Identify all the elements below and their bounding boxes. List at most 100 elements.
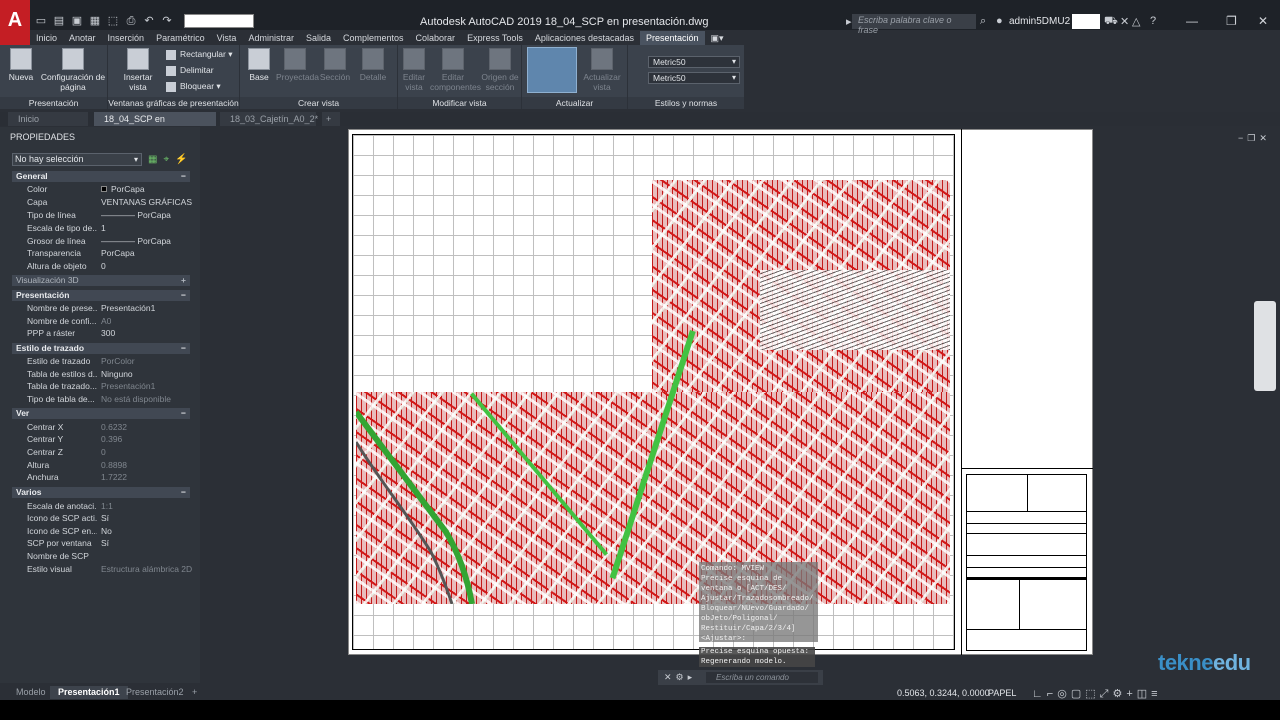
restore-viewport-icon[interactable]: ❐ [1247, 133, 1259, 143]
prop-key: Nombre de SCP [27, 551, 89, 561]
command-line-tools: ✕⚙▸ [664, 672, 696, 683]
layout-tab-presentacion1[interactable]: Presentación1 [50, 686, 128, 699]
quick-select-icon[interactable]: ⚡ [175, 154, 193, 165]
minimize-viewport-icon[interactable]: − [1238, 133, 1247, 143]
autocad-logo-button[interactable]: A [0, 0, 30, 45]
config-label: Configuración de página [40, 72, 106, 92]
tab-inicio[interactable]: Inicio [30, 31, 63, 45]
workspace-icon[interactable]: ⚙ [1112, 688, 1126, 700]
doctab-inicio[interactable]: Inicio [8, 112, 88, 126]
tab-salida[interactable]: Salida [300, 31, 337, 45]
tab-complementos[interactable]: Complementos [337, 31, 410, 45]
user-field[interactable] [1072, 14, 1100, 29]
maximize-button[interactable]: ❐ [1226, 14, 1237, 28]
prop-key: Tipo de tabla de... [27, 394, 95, 404]
command-input[interactable]: Escriba un comando [706, 672, 818, 683]
user-name[interactable]: admin5DMU2 [1009, 16, 1070, 27]
save-as-icon[interactable]: ▦ [88, 14, 102, 28]
redo-icon[interactable]: ↷ [160, 14, 174, 28]
snap-mode-icon[interactable]: ∟ [1032, 688, 1047, 700]
customize-icon[interactable]: ⚙ [676, 672, 688, 682]
coordinates-readout[interactable]: 0.5063, 0.3244, 0.0000 [897, 688, 990, 698]
layout-tab-modelo[interactable]: Modelo [8, 686, 54, 699]
new-file-icon[interactable]: ▭ [34, 14, 48, 28]
actualizar-vista-button[interactable]: Actualizar vista [582, 48, 622, 92]
editar-componentes-button[interactable]: Editar componentes [430, 48, 481, 92]
annotation-scale-icon[interactable]: ⤢ [1100, 688, 1113, 700]
delimitar-button[interactable]: Delimitar [166, 64, 214, 76]
close-viewport-icon[interactable]: ✕ [1259, 133, 1271, 143]
tab-aplicaciones[interactable]: Aplicaciones destacadas [529, 31, 640, 45]
open-file-icon[interactable]: ▤ [52, 14, 66, 28]
seccion-button[interactable]: Sección [318, 48, 352, 82]
detalle-button[interactable]: Detalle [356, 48, 390, 82]
quick-access-toolbar: ▭ ▤ ▣ ▦ ⬚ ⎙ ↶ ↷ [34, 14, 254, 28]
workspace-dropdown[interactable] [184, 14, 254, 28]
doctab-current[interactable]: 18_04_SCP en presentación* [94, 112, 216, 138]
new-tab-button[interactable]: + [322, 112, 340, 126]
layout-tab-presentacion2[interactable]: Presentación2 [118, 686, 192, 699]
watermark-logo: tekneedu [1158, 650, 1251, 676]
toggle-pickadd-icon[interactable]: ▦ [148, 154, 163, 165]
section-presentacion[interactable]: Presentación − [12, 290, 190, 301]
customization-icon[interactable]: ≡ [1151, 688, 1161, 700]
close-icon[interactable]: ✕ [664, 672, 676, 682]
style-combo-1[interactable]: Metric50 [648, 56, 740, 68]
save-icon[interactable]: ▣ [70, 14, 84, 28]
undo-icon[interactable]: ↶ [142, 14, 156, 28]
style-combo-2[interactable]: Metric50 [648, 72, 740, 84]
proyectada-button[interactable]: Proyectada [276, 48, 319, 82]
binoculars-icon[interactable]: ⌕ [980, 15, 986, 28]
paper-space-toggle[interactable]: PAPEL [988, 688, 1016, 698]
doctab-cajetin[interactable]: 18_03_Cajetín_A0_2* [220, 112, 318, 126]
actualizar-highlight [527, 47, 577, 93]
editar-vista-button[interactable]: Editar vista [400, 48, 428, 92]
selection-combo[interactable]: No hay selección [12, 153, 142, 166]
config-pagina-button[interactable]: Configuración de página [40, 48, 106, 92]
recent-commands-icon[interactable]: ▸ [688, 672, 697, 682]
isolate-icon[interactable]: ◫ [1137, 688, 1151, 700]
tab-presentacion[interactable]: Presentación [639, 31, 705, 45]
section-varios[interactable]: Varios − [12, 487, 190, 498]
panel-title-presentacion: Presentación [0, 97, 107, 109]
search-arrow-icon[interactable]: ▸ [846, 15, 852, 28]
help-icon[interactable]: ? [1150, 15, 1156, 27]
close-button[interactable]: ✕ [1258, 14, 1268, 28]
plot-icon[interactable]: ⎙ [124, 14, 138, 28]
polar-icon[interactable]: ◎ [1057, 688, 1071, 700]
minimize-button[interactable]: — [1186, 14, 1198, 28]
insertar-vista-button[interactable]: Insertar vista [114, 48, 162, 92]
cart-icon[interactable]: ⛟ [1104, 15, 1118, 29]
navigation-bar[interactable] [1254, 301, 1276, 391]
tab-insercion[interactable]: Inserción [102, 31, 151, 45]
tab-colaborar[interactable]: Colaborar [410, 31, 462, 45]
section-trazado-title: Estilo de trazado [16, 343, 85, 353]
tab-express-tools[interactable]: Express Tools [461, 31, 529, 45]
plus-icon[interactable]: + [1126, 688, 1136, 700]
section-visualizacion-3d[interactable]: Visualización 3D + [12, 275, 190, 286]
nueva-button[interactable]: Nueva [6, 48, 36, 82]
tab-parametrico[interactable]: Paramétrico [150, 31, 211, 45]
base-button[interactable]: Base [244, 48, 274, 82]
origen-seccion-button[interactable]: Origen de sección [480, 48, 520, 92]
bloquear-button[interactable]: Bloquear ▾ [166, 80, 221, 92]
add-layout-button[interactable]: + [184, 686, 205, 699]
prop-key: Centrar Z [27, 447, 63, 457]
section-estilo-trazado[interactable]: Estilo de trazado − [12, 343, 190, 354]
expand-icon: + [181, 275, 186, 285]
ortho-icon[interactable]: ⌐ [1047, 688, 1057, 700]
web-mobile-icon[interactable]: ⬚ [106, 14, 120, 28]
rectangular-button[interactable]: Rectangular ▾ [166, 48, 232, 60]
account-icon[interactable]: △ [1132, 15, 1140, 28]
selection-cycling-icon[interactable]: ⬚ [1085, 688, 1099, 700]
select-objects-icon[interactable]: ⌖ [163, 154, 175, 165]
section-ver[interactable]: Ver − [12, 408, 190, 419]
exchange-icon[interactable]: ✕ [1120, 15, 1129, 28]
ribbon-toggle-icon[interactable]: ▣▾ [705, 31, 730, 45]
osnap-icon[interactable]: ▢ [1071, 688, 1085, 700]
section-general[interactable]: General − [12, 171, 190, 182]
search-input[interactable]: Escriba palabra clave o frase [852, 14, 976, 35]
tab-anotar[interactable]: Anotar [63, 31, 102, 45]
tab-vista[interactable]: Vista [211, 31, 243, 45]
tab-administrar[interactable]: Administrar [242, 31, 300, 45]
